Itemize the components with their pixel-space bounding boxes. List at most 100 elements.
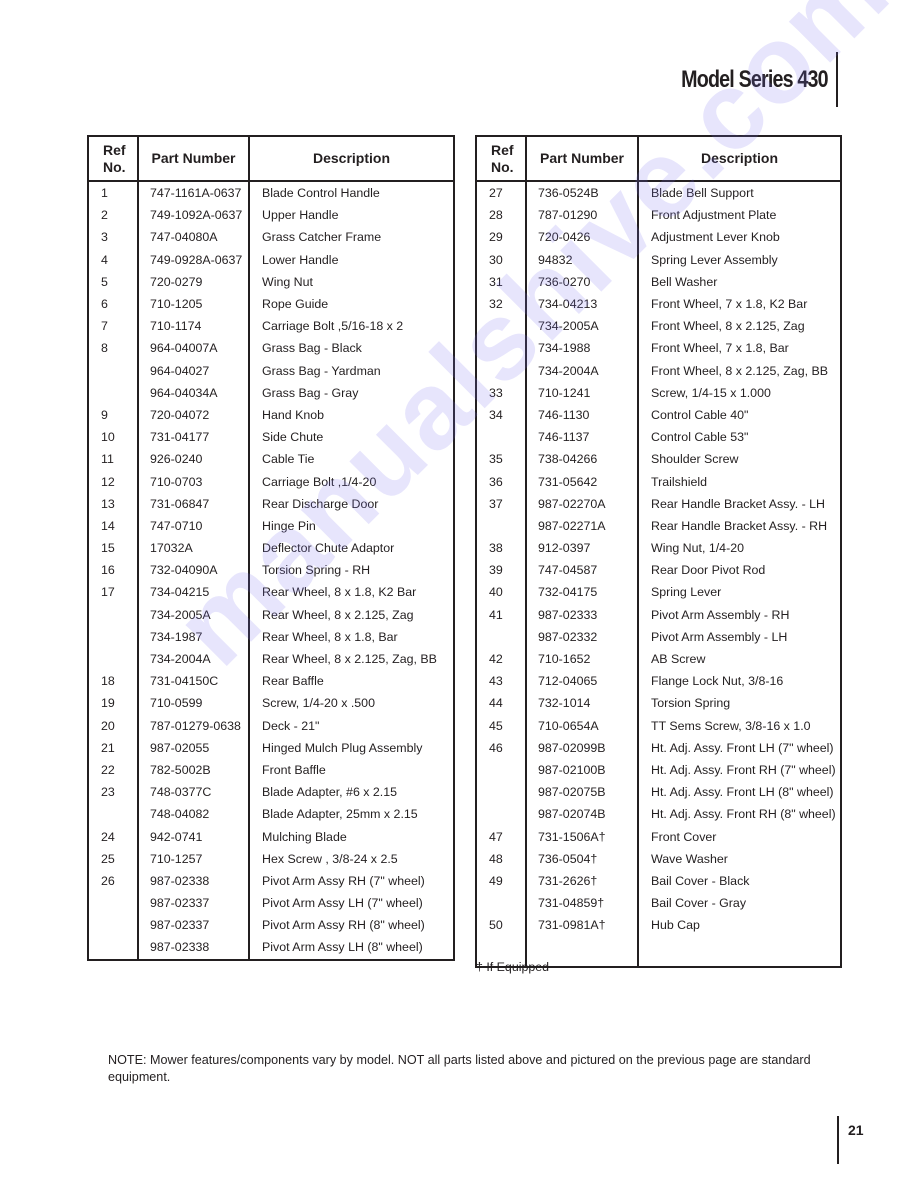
table-row: 27 736-0524B Blade Bell Support bbox=[476, 181, 841, 205]
table-row: 748-04082 Blade Adapter, 25mm x 2.15 bbox=[88, 803, 454, 826]
ref-number: 10 bbox=[101, 430, 115, 445]
page-title: Model Series 430 bbox=[681, 66, 828, 93]
ref-number bbox=[476, 360, 526, 382]
part-description: Blade Adapter, #6 x 2.15 bbox=[248, 781, 454, 804]
ref-number: 5 bbox=[101, 274, 108, 289]
table-row: 45 710-0654A TT Sems Screw, 3/8-16 x 1.0 bbox=[476, 714, 841, 737]
part-description: Pivot Arm Assy RH (7" wheel) bbox=[248, 869, 454, 892]
table-row: 15 17032A Deflector Chute Adaptor bbox=[88, 537, 454, 560]
part-description: Hand Knob bbox=[248, 403, 454, 427]
part-description: Rear Wheel, 8 x 2.125, Zag, BB bbox=[248, 647, 454, 671]
part-number: 736-0504† bbox=[525, 847, 638, 870]
part-description: Rear Wheel, 8 x 2.125, Zag bbox=[248, 603, 454, 626]
part-number: 987-02270A bbox=[525, 492, 638, 515]
table-row: 746-1137 Control Cable 53" bbox=[476, 426, 841, 449]
ref-number bbox=[476, 781, 526, 803]
part-number: 987-02099B bbox=[525, 736, 638, 759]
part-number: 710-0599 bbox=[137, 692, 249, 715]
table-row: 8 964-04007A Grass Bag - Black bbox=[88, 337, 454, 360]
ref-number: 48 bbox=[489, 851, 503, 866]
part-description: Wing Nut bbox=[248, 270, 454, 293]
part-description: Grass Bag - Gray bbox=[248, 381, 454, 404]
ref-number: 29 bbox=[489, 230, 503, 245]
table-row: 34 746-1130 Control Cable 40" bbox=[476, 403, 841, 427]
parts-table-right-body: 27 736-0524B Blade Bell Support 28 787-01290… bbox=[476, 181, 841, 968]
table-row: 40 732-04175 Spring Lever bbox=[476, 581, 841, 604]
part-number: 987-02337 bbox=[137, 914, 249, 937]
ref-number: 3 bbox=[101, 230, 108, 245]
table-row: 17 734-04215 Rear Wheel, 8 x 1.8, K2 Bar bbox=[88, 581, 454, 604]
parts-table-left-body: 1 747-1161A-0637 Blade Control Handle 2 749-… bbox=[88, 181, 454, 960]
part-description: Side Chute bbox=[248, 426, 454, 449]
part-description: Rear Handle Bracket Assy. - RH bbox=[637, 514, 841, 537]
ref-number: 47 bbox=[489, 829, 503, 844]
ref-number: 9 bbox=[101, 407, 108, 422]
part-description: Screw, 1/4-20 x .500 bbox=[248, 692, 454, 715]
part-number: 731-04150C bbox=[137, 670, 249, 693]
part-number: 710-1652 bbox=[525, 647, 638, 671]
table-row: 36 731-05642 Trailshield bbox=[476, 470, 841, 493]
ref-number: 23 bbox=[101, 785, 115, 800]
part-number: 720-04072 bbox=[137, 403, 249, 427]
ref-number: 6 bbox=[101, 297, 108, 312]
ref-number: 38 bbox=[489, 541, 503, 556]
part-description: Pivot Arm Assy LH (7" wheel) bbox=[248, 892, 454, 915]
part-description: Rope Guide bbox=[248, 292, 454, 316]
part-description: Front Wheel, 7 x 1.8, K2 Bar bbox=[637, 292, 841, 316]
ref-number bbox=[88, 936, 138, 959]
part-description: Pivot Arm Assy LH (8" wheel) bbox=[248, 936, 454, 960]
header-part-number: Part Number bbox=[137, 136, 249, 182]
ref-number: 34 bbox=[489, 407, 503, 422]
table-row: 987-02337 Pivot Arm Assy LH (7" wheel) bbox=[88, 892, 454, 915]
ref-number: 22 bbox=[101, 762, 115, 777]
table-row: 2 749-1092A-0637 Upper Handle bbox=[88, 204, 454, 227]
header-ref-no: Ref No. bbox=[88, 136, 138, 182]
empty-cell bbox=[637, 936, 841, 968]
part-description: Blade Adapter, 25mm x 2.15 bbox=[248, 803, 454, 826]
table-row: 734-2005A Front Wheel, 8 x 2.125, Zag bbox=[476, 315, 841, 338]
part-number: 710-1205 bbox=[137, 292, 249, 316]
part-description: Grass Catcher Frame bbox=[248, 226, 454, 249]
table-row: 32 734-04213 Front Wheel, 7 x 1.8, K2 Bar bbox=[476, 292, 841, 316]
part-number: 747-04080A bbox=[137, 226, 249, 249]
part-description: Ht. Adj. Assy. Front RH (8" wheel) bbox=[637, 803, 841, 826]
table-row: 13 731-06847 Rear Discharge Door bbox=[88, 492, 454, 515]
part-description: Trailshield bbox=[637, 470, 841, 493]
part-description: Torsion Spring - RH bbox=[248, 559, 454, 582]
part-number: 94832 bbox=[525, 248, 638, 271]
table-row: 21 987-02055 Hinged Mulch Plug Assembly bbox=[88, 736, 454, 759]
page-number: 21 bbox=[848, 1122, 864, 1138]
ref-number: 43 bbox=[489, 674, 503, 689]
table-row: 42 710-1652 AB Screw bbox=[476, 647, 841, 671]
table-row: 25 710-1257 Hex Screw , 3/8-24 x 2.5 bbox=[88, 847, 454, 870]
table-row: 734-2004A Front Wheel, 8 x 2.125, Zag, BB bbox=[476, 359, 841, 382]
part-description: Hex Screw , 3/8-24 x 2.5 bbox=[248, 847, 454, 870]
ref-number: 39 bbox=[489, 563, 503, 578]
part-number: 734-04215 bbox=[137, 581, 249, 604]
part-number: 964-04034A bbox=[137, 381, 249, 404]
part-description: Rear Baffle bbox=[248, 670, 454, 693]
part-description: Ht. Adj. Assy. Front LH (8" wheel) bbox=[637, 781, 841, 804]
part-description: Hinge Pin bbox=[248, 514, 454, 537]
table-row: 16 732-04090A Torsion Spring - RH bbox=[88, 559, 454, 582]
ref-number: 21 bbox=[101, 740, 115, 755]
ref-number: 26 bbox=[101, 873, 115, 888]
ref-number: 13 bbox=[101, 496, 115, 511]
ref-number: 28 bbox=[489, 208, 503, 223]
table-row: 35 738-04266 Shoulder Screw bbox=[476, 448, 841, 471]
ref-number: 15 bbox=[101, 541, 115, 556]
part-number: 731-2626† bbox=[525, 869, 638, 892]
ref-number bbox=[88, 803, 138, 825]
part-number: 987-02338 bbox=[137, 869, 249, 892]
part-description: Front Wheel, 8 x 2.125, Zag bbox=[637, 315, 841, 338]
table-row: 47 731-1506A† Front Cover bbox=[476, 825, 841, 848]
ref-number: 19 bbox=[101, 696, 115, 711]
table-row: 20 787-01279-0638 Deck - 21" bbox=[88, 714, 454, 737]
part-description: Screw, 1/4-15 x 1.000 bbox=[637, 381, 841, 404]
header-ref-label: Ref No. bbox=[103, 141, 126, 175]
table-row: 987-02337 Pivot Arm Assy RH (8" wheel) bbox=[88, 914, 454, 937]
part-description: Bail Cover - Gray bbox=[637, 892, 841, 915]
ref-number: 18 bbox=[101, 674, 115, 689]
ref-number bbox=[88, 892, 138, 914]
part-number: 720-0279 bbox=[137, 270, 249, 293]
